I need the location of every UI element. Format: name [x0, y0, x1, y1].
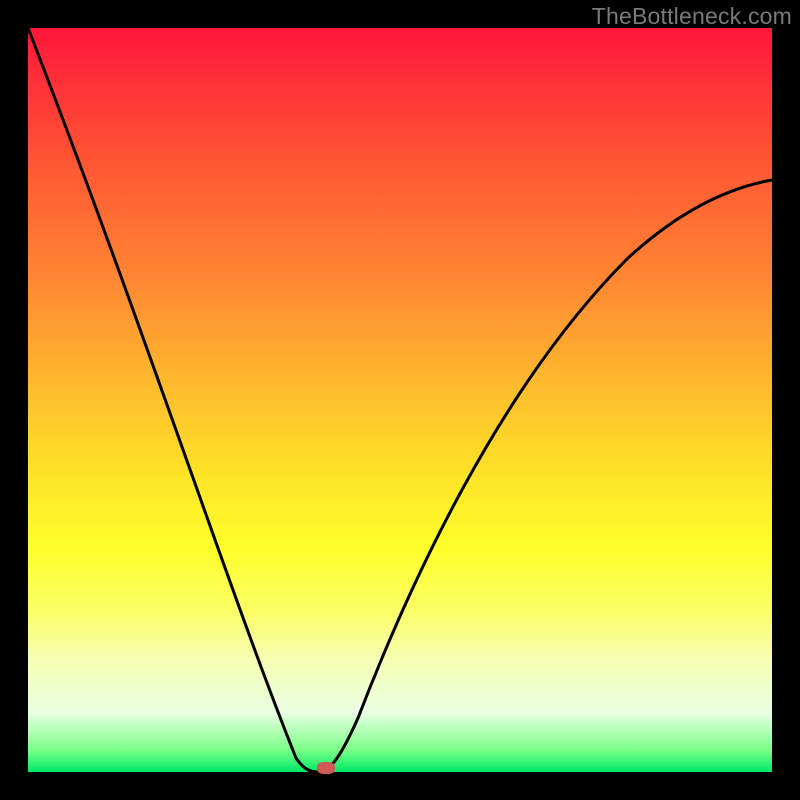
watermark-text: TheBottleneck.com — [592, 3, 792, 30]
chart-plot-area — [28, 28, 772, 772]
curve-path — [28, 28, 772, 772]
optimum-marker — [317, 762, 335, 774]
chart-frame: TheBottleneck.com — [0, 0, 800, 800]
bottleneck-curve — [28, 28, 772, 772]
